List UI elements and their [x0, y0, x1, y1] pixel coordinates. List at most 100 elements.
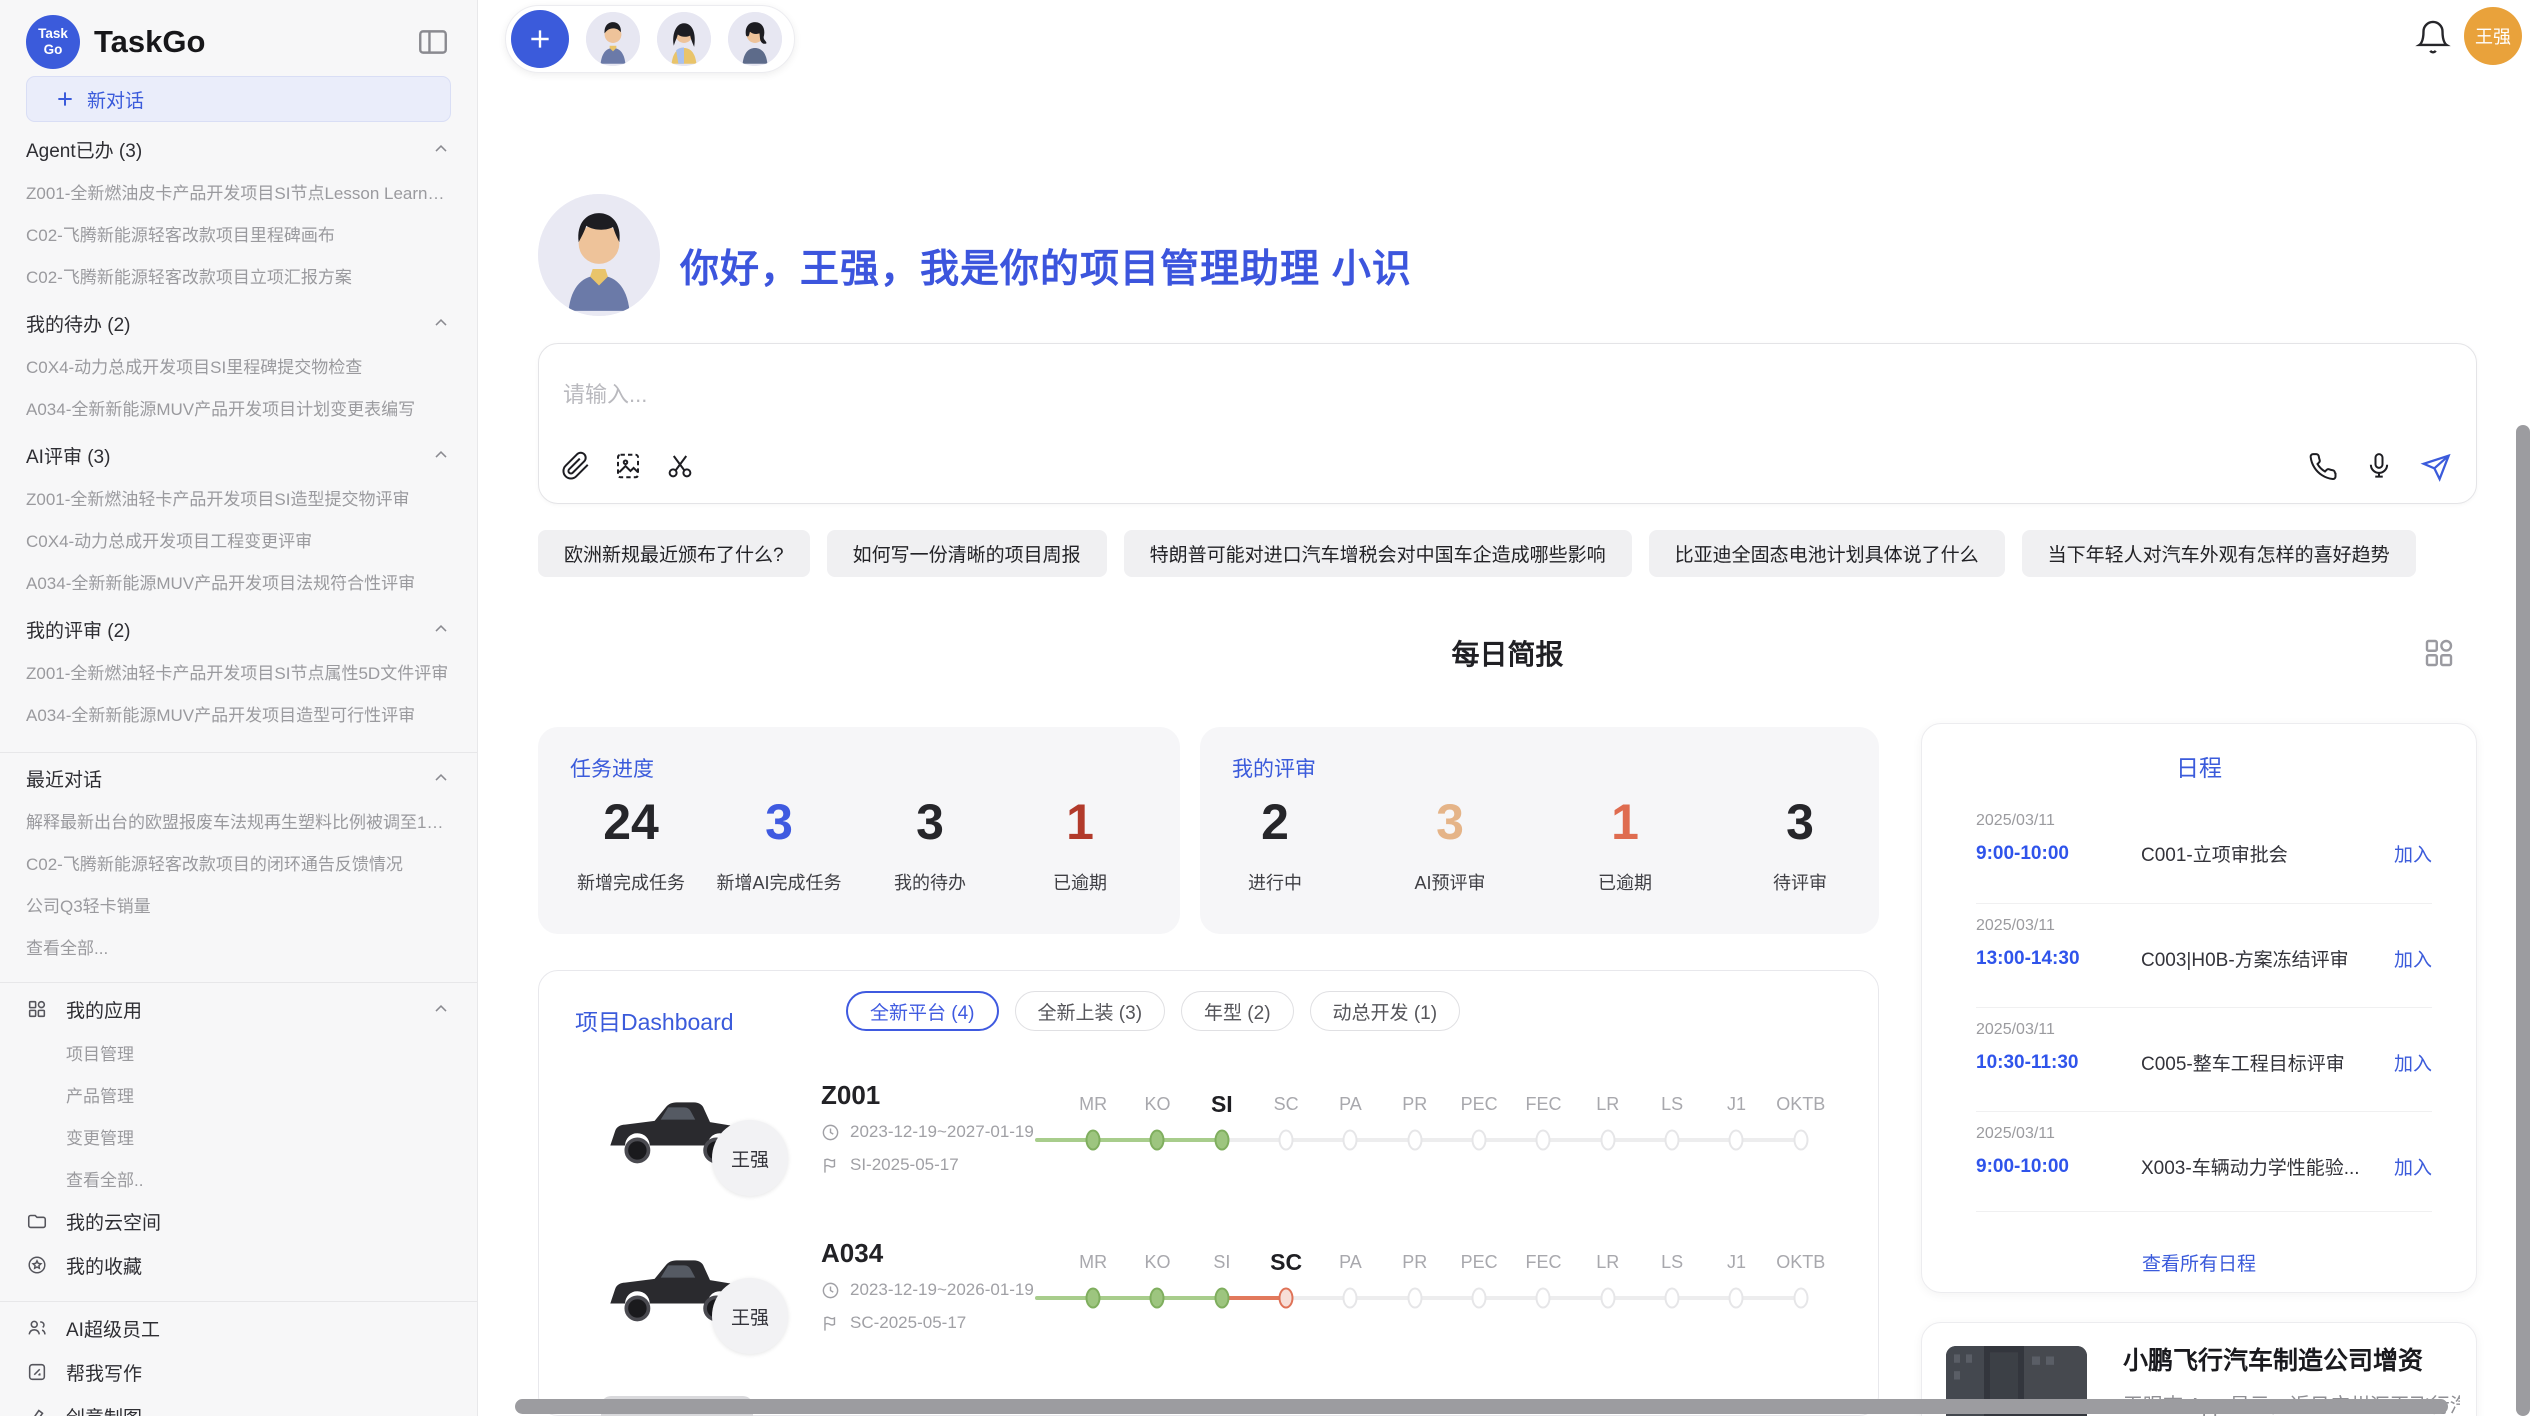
milestone-dot[interactable] [1343, 1130, 1358, 1151]
nav-ai-super-staff[interactable]: AI超级员工 [26, 1306, 451, 1350]
task-item[interactable]: A034-全新新能源MUV产品开发项目计划变更表编写 [26, 386, 451, 428]
add-conversation-button[interactable] [511, 10, 569, 68]
milestone-dot[interactable] [1600, 1130, 1615, 1151]
section-ai-review[interactable]: AI评审 (3) [26, 434, 451, 476]
section-my-review[interactable]: 我的评审 (2) [26, 608, 451, 650]
nav-my-apps[interactable]: 我的应用 [26, 987, 451, 1031]
suggestion-chip[interactable]: 当下年轻人对汽车外观有怎样的喜好趋势 [2022, 530, 2416, 577]
section-agent-done[interactable]: Agent已办 (3) [26, 128, 451, 170]
attachment-icon[interactable] [561, 451, 591, 481]
user-avatar[interactable]: 王强 [2464, 7, 2522, 65]
milestone-dot[interactable] [1600, 1288, 1615, 1309]
stat-label: 我的待办 [855, 869, 1005, 895]
join-meeting-link[interactable]: 加入 [2394, 1049, 2432, 1076]
milestone-label: PA [1318, 1083, 1382, 1125]
app-title: TaskGo [94, 24, 401, 60]
task-item[interactable]: Z001-全新燃油皮卡产品开发项目SI节点Lesson Learn报告 [26, 170, 451, 212]
avatar[interactable] [586, 12, 640, 66]
milestone-dot[interactable] [1665, 1130, 1680, 1151]
phone-call-icon[interactable] [2308, 451, 2338, 481]
milestone-dot[interactable] [1536, 1130, 1551, 1151]
horizontal-scrollbar[interactable] [515, 1399, 2448, 1414]
nav-creative-drawing[interactable]: 创意制图 [26, 1394, 451, 1416]
microphone-icon[interactable] [2364, 451, 2394, 481]
project-flag-milestone: SI-2025-05-17 [821, 1155, 959, 1175]
filter-chip[interactable]: 全新平台 (4) [846, 991, 999, 1031]
notification-bell-icon[interactable] [2414, 18, 2452, 56]
suggestion-chip[interactable]: 欧洲新规最近颁布了什么? [538, 530, 810, 577]
task-item[interactable]: A034-全新新能源MUV产品开发项目法规符合性评审 [26, 560, 451, 602]
filter-chip[interactable]: 动总开发 (1) [1310, 991, 1461, 1031]
image-icon[interactable] [613, 451, 643, 481]
project-code[interactable]: A034 [821, 1238, 883, 1269]
app-item-change-mgmt[interactable]: 变更管理 [26, 1115, 451, 1157]
stat: 3 AI预评审 [1375, 789, 1525, 895]
milestone-dot[interactable] [1793, 1288, 1808, 1309]
milestone-dot[interactable] [1729, 1130, 1744, 1151]
milestone-dot[interactable] [1086, 1288, 1101, 1309]
milestone-dot[interactable] [1150, 1288, 1165, 1309]
milestone-label-active: SI [1190, 1083, 1254, 1125]
chat-input[interactable] [563, 382, 1963, 408]
recent-chat-item[interactable]: C02-飞腾新能源轻客改款项目的闭环通告反馈情况 [26, 841, 451, 883]
milestone-dot[interactable] [1793, 1130, 1808, 1151]
task-item[interactable]: C02-飞腾新能源轻客改款项目里程碑画布 [26, 212, 451, 254]
layout-grid-icon[interactable] [2421, 635, 2457, 671]
join-meeting-link[interactable]: 加入 [2394, 945, 2432, 972]
join-meeting-link[interactable]: 加入 [2394, 840, 2432, 867]
view-all-chats-link[interactable]: 查看全部... [26, 925, 451, 967]
milestone-dot[interactable] [1343, 1288, 1358, 1309]
avatar[interactable] [657, 12, 711, 66]
app-item-product-mgmt[interactable]: 产品管理 [26, 1073, 451, 1115]
vertical-scrollbar[interactable] [2516, 425, 2530, 1416]
nav-my-favorites[interactable]: 我的收藏 [26, 1243, 451, 1287]
milestone-dot[interactable] [1150, 1130, 1165, 1151]
app-item-project-mgmt[interactable]: 项目管理 [26, 1031, 451, 1073]
recent-chat-item[interactable]: 公司Q3轻卡销量 [26, 883, 451, 925]
recent-chat-item[interactable]: 解释最新出台的欧盟报废车法规再生塑料比例被调至15%... [26, 799, 451, 841]
milestone-dot[interactable] [1729, 1288, 1744, 1309]
milestone-label-active: SC [1254, 1241, 1318, 1283]
milestone-dot[interactable] [1472, 1130, 1487, 1151]
milestone-dot[interactable] [1665, 1288, 1680, 1309]
view-all-apps-link[interactable]: 查看全部.. [26, 1157, 451, 1199]
milestone-dot[interactable] [1407, 1130, 1422, 1151]
nav-label: 我的应用 [66, 996, 142, 1023]
stat-label: 待评审 [1725, 869, 1875, 895]
section-recent-chats[interactable]: 最近对话 [26, 757, 451, 799]
send-icon[interactable] [2420, 451, 2450, 481]
task-item[interactable]: Z001-全新燃油轻卡产品开发项目SI节点属性5D文件评审 [26, 650, 451, 692]
suggestion-chip[interactable]: 比亚迪全固态电池计划具体说了什么 [1649, 530, 2005, 577]
milestone-dot[interactable] [1536, 1288, 1551, 1309]
milestone-dot-overdue[interactable] [1279, 1288, 1294, 1309]
new-chat-button[interactable]: 新对话 [26, 76, 451, 122]
task-item[interactable]: C0X4-动力总成开发项目工程变更评审 [26, 518, 451, 560]
nav-my-cloud[interactable]: 我的云空间 [26, 1199, 451, 1243]
view-all-schedule-link[interactable]: 查看所有日程 [1922, 1249, 2476, 1276]
task-item[interactable]: Z001-全新燃油轻卡产品开发项目SI造型提交物评审 [26, 476, 451, 518]
milestone-dot[interactable] [1086, 1130, 1101, 1151]
suggestion-chip[interactable]: 特朗普可能对进口汽车增税会对中国车企造成哪些影响 [1124, 530, 1632, 577]
project-code[interactable]: Z001 [821, 1080, 880, 1111]
milestone-label: KO [1125, 1083, 1189, 1125]
milestone-dot[interactable] [1407, 1288, 1422, 1309]
nav-help-me-write[interactable]: 帮我写作 [26, 1350, 451, 1394]
task-item[interactable]: C0X4-动力总成开发项目SI里程碑提交物检查 [26, 344, 451, 386]
filter-chip[interactable]: 全新上装 (3) [1015, 991, 1166, 1031]
avatar[interactable] [728, 12, 782, 66]
input-toolbar-right [2308, 451, 2450, 481]
filter-chip[interactable]: 年型 (2) [1181, 991, 1294, 1031]
schedule-card: 日程 2025/03/11 9:00-10:00 C001-立项审批会 加入 2… [1921, 723, 2477, 1293]
milestone-dot[interactable] [1214, 1288, 1229, 1309]
milestone-dot[interactable] [1472, 1288, 1487, 1309]
suggestion-chip[interactable]: 如何写一份清晰的项目周报 [827, 530, 1107, 577]
task-item[interactable]: C02-飞腾新能源轻客改款项目立项汇报方案 [26, 254, 451, 296]
collapse-sidebar-icon[interactable] [415, 24, 451, 60]
sidebar-header: Task Go TaskGo [26, 0, 451, 74]
milestone-dot[interactable] [1214, 1130, 1229, 1151]
section-my-todo[interactable]: 我的待办 (2) [26, 302, 451, 344]
scissors-icon[interactable] [665, 451, 695, 481]
task-item[interactable]: A034-全新新能源MUV产品开发项目造型可行性评审 [26, 692, 451, 734]
milestone-dot[interactable] [1279, 1130, 1294, 1151]
join-meeting-link[interactable]: 加入 [2394, 1153, 2432, 1180]
